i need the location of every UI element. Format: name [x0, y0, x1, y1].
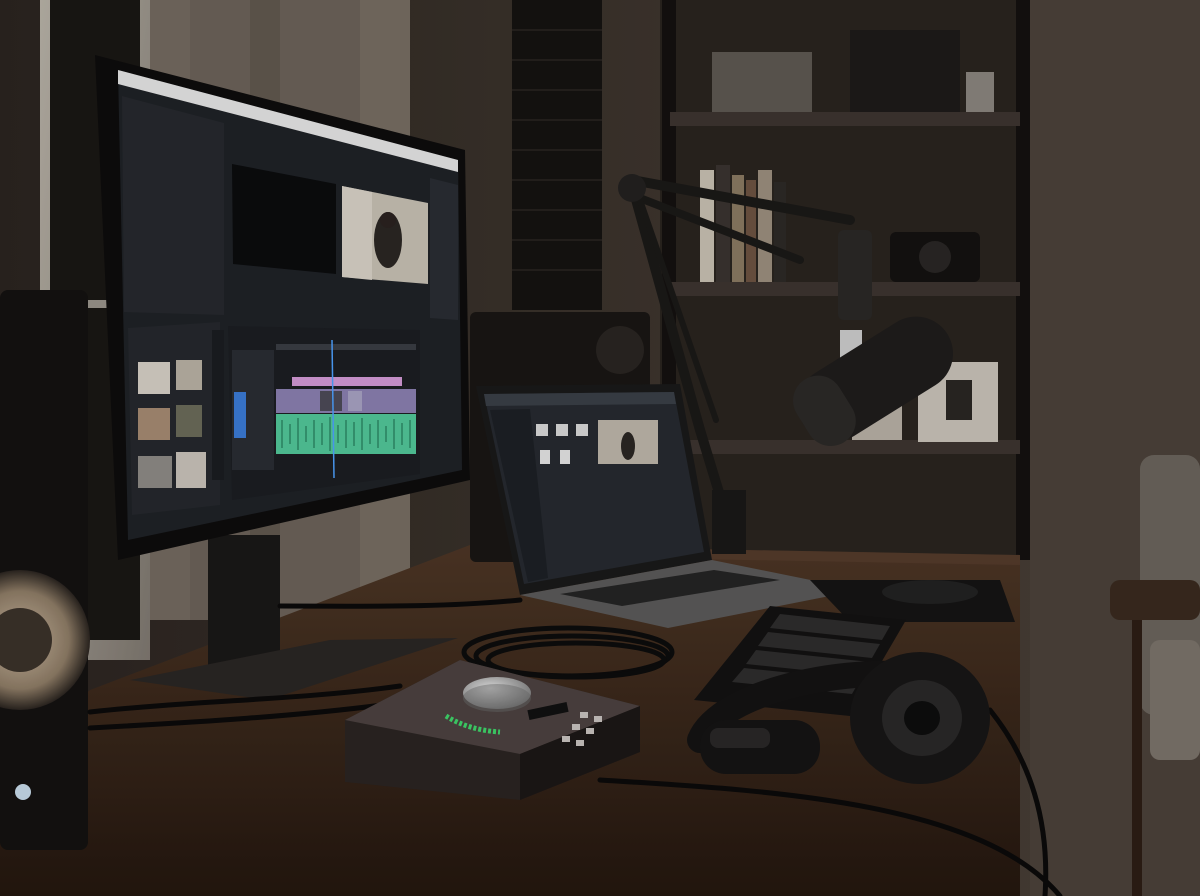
- studio-desk-photo: [0, 0, 1200, 896]
